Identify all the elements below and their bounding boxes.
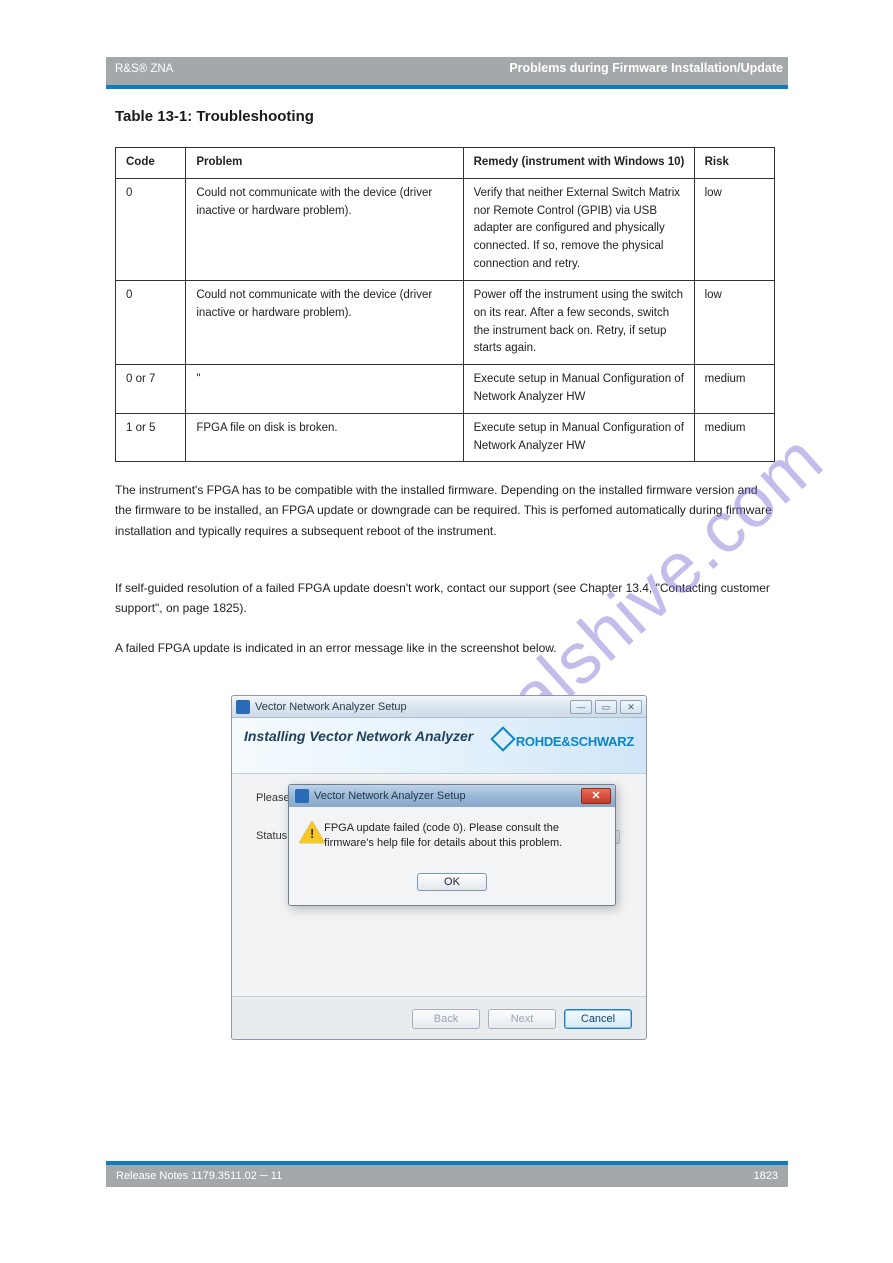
th-remedy: Remedy (instrument with Windows 10) — [463, 148, 694, 179]
maximize-button[interactable]: ▭ — [595, 700, 617, 714]
th-problem: Problem — [186, 148, 463, 179]
next-button[interactable]: Next — [488, 1009, 556, 1029]
installer-footer: Back Next Cancel — [232, 996, 646, 1040]
cell-risk: medium — [694, 413, 774, 462]
footer-right: 1823 — [754, 1170, 778, 1182]
error-messagebox: Vector Network Analyzer Setup ✕ ! FPGA u… — [288, 784, 616, 906]
cell-problem: Could not communicate with the device (d… — [186, 178, 463, 280]
status-label: Status: — [256, 830, 290, 842]
cell-code: 1 or 5 — [116, 413, 186, 462]
paragraph-1: The instrument's FPGA has to be compatib… — [115, 480, 775, 541]
cell-code: 0 or 7 — [116, 365, 186, 414]
header-right-text: Problems during Firmware Installation/Up… — [509, 61, 783, 75]
th-risk: Risk — [694, 148, 774, 179]
installer-body: Please w Status: Vector Network Analyzer… — [232, 774, 646, 996]
installer-banner: Installing Vector Network Analyzer ROHDE… — [232, 718, 646, 774]
installer-titlebar: Vector Network Analyzer Setup — ▭ ✕ — [232, 696, 646, 718]
cell-problem: Could not communicate with the device (d… — [186, 280, 463, 364]
footer-left: Release Notes 1179.3511.02 ─ 11 — [116, 1170, 282, 1182]
header-left-text: R&S® ZNA — [115, 63, 173, 75]
cell-problem: FPGA file on disk is broken. — [186, 413, 463, 462]
cell-risk: medium — [694, 365, 774, 414]
cell-risk: low — [694, 280, 774, 364]
cancel-button[interactable]: Cancel — [564, 1009, 632, 1029]
msgbox-titlebar: Vector Network Analyzer Setup ✕ — [289, 785, 615, 807]
table-row: 1 or 5 FPGA file on disk is broken. Exec… — [116, 413, 775, 462]
installer-title-text: Vector Network Analyzer Setup — [255, 701, 570, 713]
cell-code: 0 — [116, 178, 186, 280]
close-button[interactable]: ✕ — [620, 700, 642, 714]
ok-button[interactable]: OK — [417, 873, 487, 891]
th-code: Code — [116, 148, 186, 179]
cell-remedy: Execute setup in Manual Configuration of… — [463, 365, 694, 414]
installer-window: Vector Network Analyzer Setup — ▭ ✕ Inst… — [231, 695, 647, 1040]
table-row: 0 Could not communicate with the device … — [116, 178, 775, 280]
rs-brand-text: ROHDE&SCHWARZ — [516, 734, 634, 749]
paragraph-3: A failed FPGA update is indicated in an … — [115, 638, 775, 658]
msgbox-title-text: Vector Network Analyzer Setup — [314, 790, 581, 802]
cell-remedy: Power off the instrument using the switc… — [463, 280, 694, 364]
header-blue-line — [106, 85, 788, 89]
minimize-button[interactable]: — — [570, 700, 592, 714]
installer-title-icon — [236, 700, 250, 714]
msgbox-text: FPGA update failed (code 0). Please cons… — [324, 821, 601, 851]
cell-remedy: Execute setup in Manual Configuration of… — [463, 413, 694, 462]
msgbox-title-icon — [295, 789, 309, 803]
table-caption: Table 13-1: Troubleshooting — [115, 108, 314, 125]
msgbox-close-button[interactable]: ✕ — [581, 788, 611, 804]
table-row: 0 or 7 " Execute setup in Manual Configu… — [116, 365, 775, 414]
cell-remedy: Verify that neither External Switch Matr… — [463, 178, 694, 280]
troubleshooting-table: Code Problem Remedy (instrument with Win… — [115, 147, 775, 462]
cell-problem: " — [186, 365, 463, 414]
warning-icon: ! — [299, 821, 314, 845]
rohde-schwarz-logo: ROHDE&SCHWARZ — [494, 732, 634, 750]
cell-risk: low — [694, 178, 774, 280]
cell-code: 0 — [116, 280, 186, 364]
back-button[interactable]: Back — [412, 1009, 480, 1029]
table-row: 0 Could not communicate with the device … — [116, 280, 775, 364]
footer-gray-bar: Release Notes 1179.3511.02 ─ 11 1823 — [106, 1165, 788, 1187]
paragraph-2: If self-guided resolution of a failed FP… — [115, 578, 775, 619]
